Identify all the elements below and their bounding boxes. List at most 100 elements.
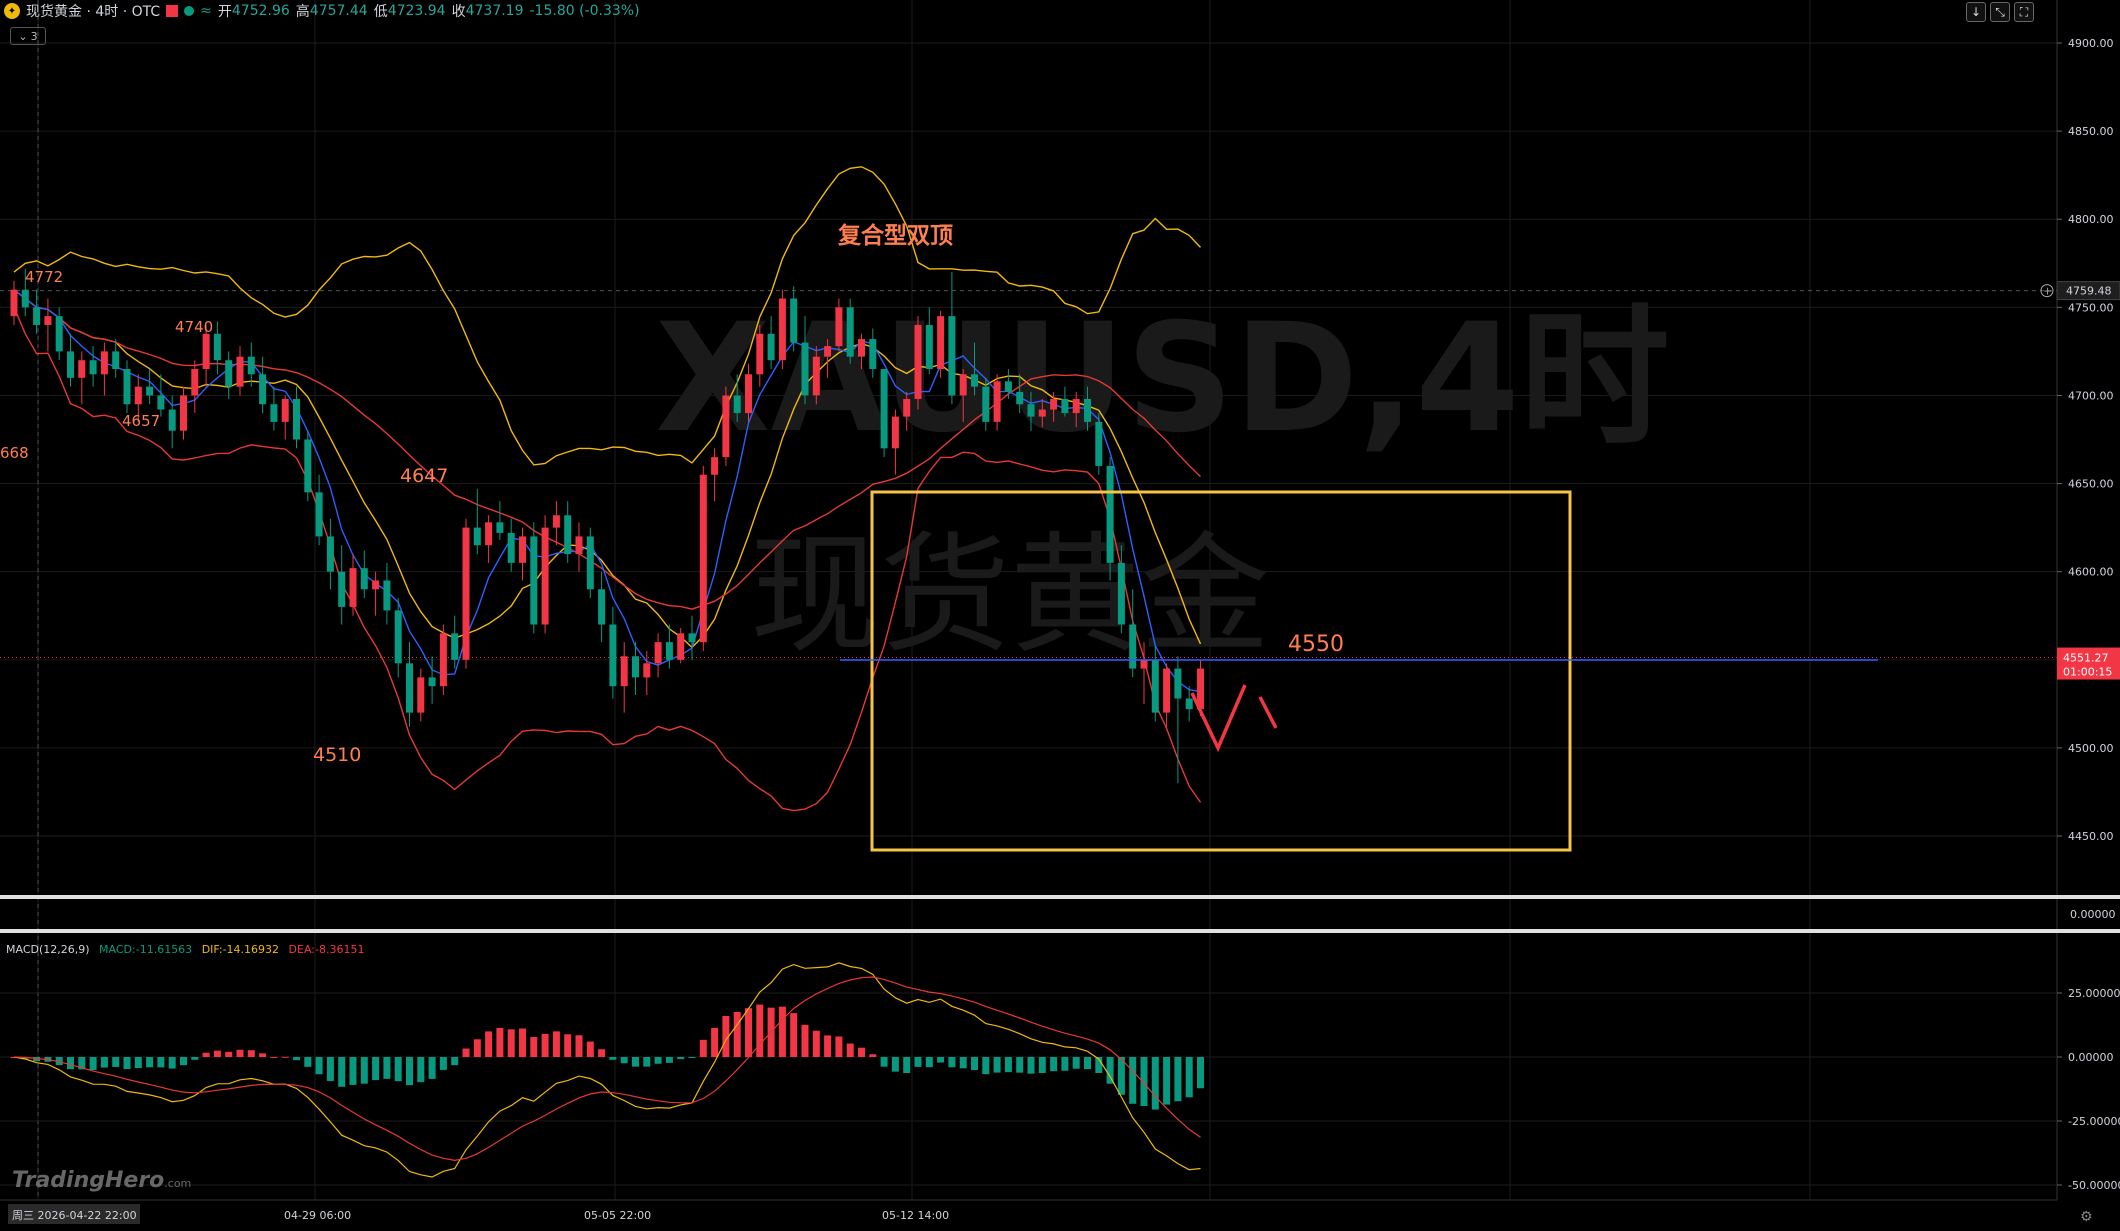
candle-body xyxy=(824,346,832,357)
candle-body xyxy=(417,677,425,713)
macd-histogram-bar xyxy=(711,1027,719,1057)
macd-histogram-bar xyxy=(1140,1057,1148,1107)
candle-body xyxy=(552,515,560,528)
candle-body xyxy=(1140,659,1148,669)
candle-body xyxy=(654,642,662,664)
down-arrow-button[interactable]: ↓ xyxy=(1966,2,1986,22)
candle-body xyxy=(541,527,549,625)
candle-body xyxy=(598,589,606,625)
macd-histogram-bar xyxy=(146,1057,154,1068)
candle-body xyxy=(134,386,142,405)
macd-histogram-bar xyxy=(914,1057,922,1067)
candle-body xyxy=(473,527,481,546)
candle-body xyxy=(259,374,267,405)
macd-histogram-bar xyxy=(519,1028,526,1057)
candle-body xyxy=(315,492,323,537)
candle-body xyxy=(914,324,922,399)
macd-histogram-bar xyxy=(1038,1057,1046,1074)
candle-body xyxy=(1050,398,1058,410)
low-label: 低 xyxy=(373,4,388,20)
candle-body xyxy=(55,316,63,352)
macd-histogram-bar xyxy=(236,1049,244,1057)
candle-body xyxy=(394,610,402,664)
candle-body xyxy=(925,324,933,370)
macd-histogram-bar xyxy=(1016,1057,1024,1073)
candle-body xyxy=(67,351,74,378)
candle-body xyxy=(338,571,346,607)
price-tick-label: 4800.00 xyxy=(2068,213,2114,226)
candle-body xyxy=(33,307,41,325)
candle-body xyxy=(236,356,244,387)
macd-histogram-bar xyxy=(383,1057,391,1079)
flag-icon[interactable] xyxy=(166,5,179,17)
macd-histogram-bar xyxy=(191,1057,199,1060)
crosshair-price-label: 4759.48 xyxy=(2066,285,2112,298)
candle-body xyxy=(677,633,685,660)
price-tick-label: 4450.00 xyxy=(2068,830,2114,843)
fullscreen-button[interactable]: ⛶ xyxy=(2014,2,2034,22)
indicator-collapse-button[interactable]: ⌄ 3 xyxy=(10,27,46,45)
macd-histogram-bar xyxy=(281,1056,289,1058)
open-label: 开 xyxy=(217,4,232,20)
macd-histogram-bar xyxy=(598,1049,606,1057)
candle-body xyxy=(937,316,945,370)
candle-body xyxy=(745,374,752,414)
price-axis-bg xyxy=(2057,0,2120,1231)
market-status-icon xyxy=(184,6,195,16)
macd-histogram-bar xyxy=(462,1048,470,1057)
fullscreen-icon: ⛶ xyxy=(2019,4,2029,19)
macd-value: MACD:-11.61563 xyxy=(99,943,193,956)
candle-body xyxy=(202,333,210,370)
macd-histogram-bar xyxy=(925,1057,933,1068)
candle-body xyxy=(790,298,798,343)
macd-histogram-bar xyxy=(1151,1057,1159,1110)
macd-histogram-bar xyxy=(1061,1057,1069,1071)
expand-button[interactable]: ⤡ xyxy=(1990,2,2010,22)
macd-histogram-bar xyxy=(349,1057,357,1085)
label-4550: 4550 xyxy=(1288,632,1344,657)
macd-tick-label: 25.00000 xyxy=(2068,987,2120,1000)
label-668: 668 xyxy=(0,444,29,462)
macd-histogram-bar xyxy=(439,1057,447,1070)
macd-histogram-bar xyxy=(394,1057,402,1082)
macd-histogram-bar xyxy=(168,1057,176,1069)
price-tick-label: 4850.00 xyxy=(2068,125,2114,138)
candle-body xyxy=(778,298,786,361)
close-value: 4737.19 xyxy=(465,3,524,19)
expand-icon: ⤡ xyxy=(1995,4,2005,19)
macd-histogram-bar xyxy=(451,1057,459,1066)
gold-symbol-icon: ✦ xyxy=(4,3,20,19)
candle-body xyxy=(688,633,696,643)
candle-body xyxy=(89,360,97,375)
symbol-title[interactable]: 现货黄金 · 4时 · OTC xyxy=(26,1,160,21)
macd-histogram-bar xyxy=(778,1006,786,1057)
candle-body xyxy=(180,395,187,431)
candle-body xyxy=(722,395,730,458)
macd-histogram-bar xyxy=(643,1057,651,1067)
candle-body xyxy=(383,580,391,611)
macd-histogram-bar xyxy=(858,1047,865,1057)
time-label-05-12: 05-12 14:00 xyxy=(882,1209,949,1222)
settings-gear-icon: ⚙ xyxy=(2080,1209,2093,1225)
candle-body xyxy=(733,395,741,414)
chart-canvas[interactable]: XAUUSD,4时现货黄金47724740465766846474510复合型双… xyxy=(0,0,2120,1231)
candle-body xyxy=(406,663,413,713)
macd-histogram-bar xyxy=(541,1033,549,1057)
candle-body xyxy=(1106,465,1114,563)
macd-histogram-bar xyxy=(270,1056,278,1058)
candle-body xyxy=(100,351,108,375)
macd-histogram-bar xyxy=(824,1035,832,1057)
candle-body xyxy=(451,633,459,660)
candle-body xyxy=(1016,391,1024,405)
candle-body xyxy=(157,395,165,410)
macd-histogram-bar xyxy=(654,1057,662,1064)
candle-body xyxy=(564,515,572,555)
macd-histogram-bar xyxy=(1197,1057,1204,1089)
candle-body xyxy=(349,568,357,607)
candle-body xyxy=(1072,398,1080,414)
macd-tick-label: -50.00000 xyxy=(2068,1179,2120,1192)
candle-body xyxy=(1129,624,1137,669)
separator-zero-label: 0.00000 xyxy=(2070,908,2116,921)
macd-histogram-bar xyxy=(665,1057,673,1063)
arrow-down-icon: ↓ xyxy=(1970,5,1982,19)
